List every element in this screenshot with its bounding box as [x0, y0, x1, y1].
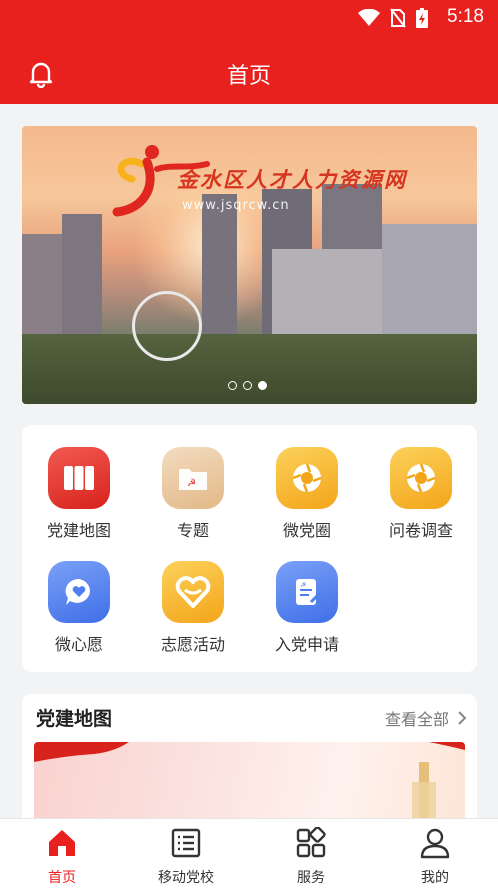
banner-trees — [22, 334, 477, 404]
aperture-icon — [276, 447, 338, 509]
application-icon: ☭ — [276, 561, 338, 623]
status-icons — [358, 8, 428, 28]
heart-chat-icon — [48, 561, 110, 623]
banner-title: 金水区人才人力资源网 — [177, 167, 407, 192]
status-bar: 5:18 — [0, 0, 498, 36]
heart-icon — [162, 561, 224, 623]
grid-label: 志愿活动 — [160, 635, 225, 654]
grid-label: 党建地图 — [46, 521, 111, 540]
grid-item-topics[interactable]: ☭ 专题 — [136, 447, 250, 541]
grid-label: 问卷调查 — [388, 521, 453, 540]
grid-label: 入党申请 — [274, 635, 339, 654]
list-icon — [171, 828, 201, 858]
grid-label: 专题 — [176, 521, 209, 540]
view-all-link[interactable]: 查看全部 — [385, 706, 467, 730]
map-book-icon — [48, 447, 110, 509]
grid-item-volunteer[interactable]: 志愿活动 — [136, 561, 250, 655]
aperture-icon — [390, 447, 452, 509]
chevron-right-icon — [458, 711, 467, 725]
tab-home[interactable]: 首页 — [0, 825, 124, 887]
grid-item-survey[interactable]: 问卷调查 — [364, 447, 478, 541]
bottom-tab-bar: 首页 移动党校 服务 我的 — [0, 818, 498, 892]
tab-label: 移动党校 — [158, 870, 214, 886]
grid-item-party-application[interactable]: ☭ 入党申请 — [250, 561, 364, 655]
svg-text:☭: ☭ — [300, 581, 306, 589]
wifi-icon — [358, 9, 380, 26]
tab-services[interactable]: 服务 — [249, 825, 373, 887]
battery-charging-icon — [416, 8, 428, 28]
svg-text:☭: ☭ — [187, 478, 196, 489]
view-all-label: 查看全部 — [384, 710, 449, 729]
no-sim-icon — [390, 8, 406, 28]
home-icon — [49, 830, 75, 856]
status-time: 5:18 — [447, 6, 484, 27]
grid-item-micro-party-circle[interactable]: 微党圈 — [250, 447, 364, 541]
page-title: 首页 — [226, 64, 271, 89]
ferris-wheel — [132, 291, 202, 361]
user-icon — [420, 828, 450, 859]
tab-label: 我的 — [421, 870, 449, 886]
tab-mine[interactable]: 我的 — [373, 825, 497, 887]
banner-carousel[interactable]: 金水区人才人力资源网 www.jsqrcw.cn — [22, 126, 477, 404]
tab-label: 首页 — [48, 870, 76, 886]
grid-icon — [296, 827, 326, 858]
grid-label: 微心愿 — [54, 635, 103, 654]
carousel-dots — [228, 381, 267, 390]
grid-item-party-map[interactable]: 党建地图 — [22, 447, 136, 541]
section-title: 党建地图 — [36, 708, 113, 730]
grid-item-micro-wish[interactable]: 微心愿 — [22, 561, 136, 655]
banner-url: www.jsqrcw.cn — [182, 198, 290, 213]
folder-icon: ☭ — [162, 447, 224, 509]
top-bar: 5:18 首页 — [0, 0, 498, 104]
tab-mobile-party-school[interactable]: 移动党校 — [124, 825, 248, 887]
carousel-dot[interactable] — [228, 381, 237, 390]
carousel-dot-active[interactable] — [258, 381, 267, 390]
grid-label: 微党圈 — [282, 521, 331, 540]
feature-grid: 党建地图 ☭ 专题 微党圈 问卷调查 微心愿 志愿活动 ☭ 入党申请 — [22, 425, 477, 672]
tab-label: 服务 — [297, 870, 325, 886]
party-map-section: 党建地图 查看全部 — [22, 694, 477, 834]
carousel-dot[interactable] — [243, 381, 252, 390]
